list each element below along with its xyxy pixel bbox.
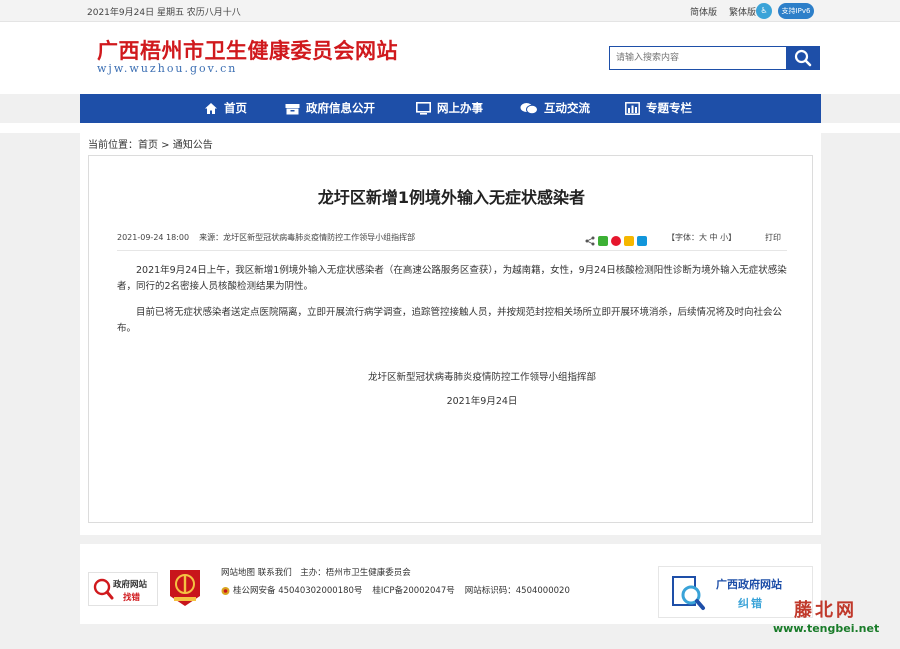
nav-item-gov-info[interactable]: 政府信息公开: [285, 94, 375, 123]
nav-label: 首页: [224, 101, 247, 115]
ipv6-badge: 支持IPv6: [778, 3, 814, 19]
party-gov-badge[interactable]: [168, 568, 202, 608]
search-input[interactable]: [609, 46, 787, 70]
nav-item-special-topics[interactable]: 专题专栏: [625, 94, 692, 123]
signature-date: 2021年9月24日: [446, 396, 518, 407]
nav-item-interaction[interactable]: 互动交流: [520, 94, 590, 123]
archive-icon: [285, 103, 300, 114]
gx-gov-error-report[interactable]: 广西政府网站 纠错: [658, 566, 813, 618]
top-bar: 2021年9月24日 星期五 农历八月十八 简体版 繁体版 ♿ 支持IPv6: [0, 0, 900, 22]
breadcrumb[interactable]: 当前位置：首页 > 通知公告: [88, 136, 213, 151]
article: 龙圩区新增1例境外输入无症状感染者 2021-09-24 18:00 来源：龙圩区…: [88, 155, 813, 523]
magnifier-doc-icon: [672, 576, 705, 610]
nav-item-home[interactable]: 首页: [204, 94, 247, 123]
footer-registration: 桂公网安备 45040302000180号 桂ICP备20002047号 网站标识码…: [221, 584, 580, 596]
meta-divider: [117, 250, 787, 251]
magnifier-icon: [93, 578, 114, 600]
home-icon: [205, 103, 217, 114]
find-error-logo[interactable]: 政府网站 找错: [88, 572, 158, 606]
site-title[interactable]: 广西梧州市卫生健康委员会网站: [97, 35, 398, 65]
share-icon[interactable]: [585, 236, 595, 246]
gx-title: 广西政府网站: [716, 578, 782, 591]
search-button[interactable]: [786, 46, 820, 70]
accessibility-icon[interactable]: ♿: [756, 3, 772, 19]
footer-links[interactable]: 网站地图 联系我们 主办：梧州市卫生健康委员会: [221, 566, 411, 578]
chart-icon: [625, 102, 640, 115]
article-source: 来源：龙圩区新型冠状病毒肺炎疫情防控工作领导小组指挥部: [199, 233, 416, 242]
font-size-control[interactable]: 【字体：大 中 小】: [667, 232, 736, 243]
site-code: 网站标识码：4504000020: [464, 586, 570, 596]
article-paragraph: 目前已将无症状感染者送定点医院隔离，立即开展流行病学调查，追踪管控接触人员，并按…: [117, 307, 783, 334]
find-error-line2: 找错: [123, 593, 141, 603]
monitor-icon: [416, 102, 431, 115]
traditional-link[interactable]: 繁体版: [729, 8, 756, 18]
main-nav: 首页 政府信息公开 网上办事 互动交流 专题专栏: [80, 94, 821, 123]
wechat-icon[interactable]: [598, 235, 608, 246]
article-title: 龙圩区新增1例境外输入无症状感染者: [317, 188, 586, 207]
article-paragraph: 2021年9月24日上午，我区新增1例境外输入无症状感染者（在高速公路服务区查获…: [117, 265, 787, 292]
find-error-line1: 政府网站: [113, 580, 148, 590]
nav-label: 互动交流: [544, 101, 590, 115]
article-meta: 2021-09-24 18:00 来源：龙圩区新型冠状病毒肺炎疫情防控工作领导小组…: [117, 232, 425, 243]
site-header: 广西梧州市卫生健康委员会网站 wjw.wuzhou.gov.cn: [0, 22, 900, 94]
emblem-icon: [170, 570, 200, 606]
chat-icon: [520, 103, 538, 115]
qzone-icon[interactable]: [624, 235, 634, 246]
weibo-icon[interactable]: [611, 235, 621, 246]
nav-label: 政府信息公开: [306, 101, 375, 115]
simplified-link[interactable]: 简体版: [690, 8, 717, 18]
nav-item-online-service[interactable]: 网上办事: [416, 94, 483, 123]
share-bar: [585, 230, 650, 246]
icp-record[interactable]: 桂ICP备20002047号: [372, 586, 454, 596]
search-icon: [794, 49, 812, 67]
watermark-logo: 藤北网: [794, 600, 857, 621]
main-content: 当前位置：首页 > 通知公告 龙圩区新增1例境外输入无症状感染者 2021-09…: [80, 129, 821, 535]
current-date: 2021年9月24日 星期五 农历八月十八: [87, 8, 241, 18]
police-badge-icon: [221, 586, 230, 595]
qq-icon[interactable]: [637, 235, 647, 246]
police-record[interactable]: 桂公网安备 45040302000180号: [233, 586, 362, 596]
print-button[interactable]: 打印: [765, 232, 781, 243]
site-domain: wjw.wuzhou.gov.cn: [97, 62, 238, 75]
nav-label: 专题专栏: [646, 101, 692, 115]
site-footer: 政府网站 找错 网站地图 联系我们 主办：梧州市卫生健康委员会 桂公网安备 45…: [80, 544, 821, 624]
watermark-url: www.tengbei.net: [773, 622, 880, 635]
article-date: 2021-09-24 18:00: [117, 233, 190, 242]
signature-org: 龙圩区新型冠状病毒肺炎疫情防控工作领导小组指挥部: [367, 372, 596, 383]
nav-label: 网上办事: [437, 101, 483, 115]
gx-sub: 纠错: [738, 597, 764, 610]
